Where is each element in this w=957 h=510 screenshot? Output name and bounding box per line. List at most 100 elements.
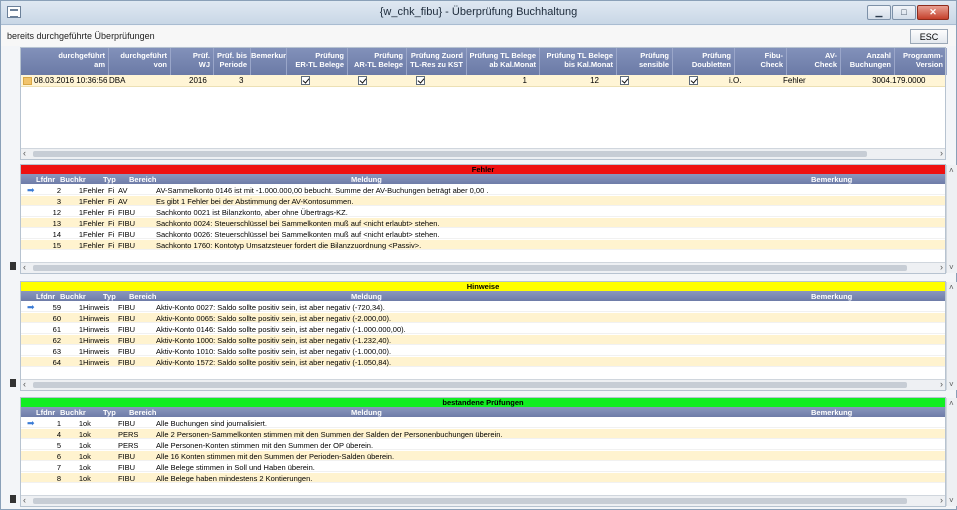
- column-header-line: Prüfung Zuord: [410, 51, 463, 60]
- checkbox-doubletten[interactable]: [689, 76, 698, 85]
- column-header[interactable]: Typ: [103, 292, 116, 301]
- column-header-line: TL-Res zu KST: [410, 60, 463, 69]
- table-row[interactable]: 7 1 ok FIBU Alle Belege stimmen in Soll und …: [21, 462, 945, 472]
- scroll-down-icon[interactable]: ˅: [949, 496, 954, 505]
- column-header[interactable]: Lfdnr: [36, 175, 55, 184]
- table-row[interactable]: ➡ 59 1 Hinweis FIBU Aktiv-Konto 0027: Saldo s…: [21, 302, 945, 312]
- cell: ok: [83, 430, 91, 439]
- column-header[interactable]: Bereich: [129, 175, 157, 184]
- checks-grid[interactable]: durchgeführt am durchgeführt von Prüf. WJ Prüf…: [20, 47, 947, 160]
- column-header[interactable]: AV- Check: [787, 48, 841, 75]
- scroll-right-icon[interactable]: ›: [940, 262, 943, 272]
- cell: 62: [52, 336, 61, 345]
- cell: Sachkonto 1760: Kontotyp Umsatzsteuer fo…: [156, 241, 422, 250]
- checkbox-ar-tl[interactable]: [358, 76, 367, 85]
- column-header[interactable]: Meldung: [351, 175, 382, 184]
- scroll-left-icon[interactable]: ‹: [23, 262, 26, 272]
- scroll-left-icon[interactable]: ‹: [23, 379, 26, 389]
- column-header[interactable]: Bemerkung: [811, 175, 852, 184]
- column-header[interactable]: Bemerkung: [811, 292, 852, 301]
- column-header[interactable]: Prüfung Doubletten: [673, 48, 735, 75]
- scroll-left-icon[interactable]: ‹: [23, 495, 26, 505]
- column-header-line: am: [94, 60, 105, 69]
- table-row[interactable]: ➡ 2 1 Fehler Fi AV AV-Sammelkonto 0146 ist mit…: [21, 185, 945, 195]
- table-row[interactable]: 15 1 Fehler Fi FIBU Sachkonto 1760: Kontotyp …: [21, 240, 945, 250]
- section-vscrollbar[interactable]: ˄ ˅: [946, 282, 957, 390]
- section-hscrollbar[interactable]: ‹ ›: [21, 379, 945, 390]
- table-row[interactable]: 4 1 ok PERS Alle 2 Personen-Sammelkonten sti…: [21, 429, 945, 439]
- scroll-right-icon[interactable]: ›: [940, 148, 943, 158]
- column-header[interactable]: Prüf. bis Periode: [214, 48, 251, 75]
- table-row[interactable]: 6 1 ok FIBU Alle 16 Konten stimmen mit den S…: [21, 451, 945, 461]
- column-header-line: Prüfung: [702, 51, 731, 60]
- cell: Alle Personen-Konten stimmen mit den Sum…: [156, 441, 374, 450]
- checkbox-er-tl[interactable]: [301, 76, 310, 85]
- column-header[interactable]: Bemerkung: [251, 48, 287, 75]
- section-hscrollbar[interactable]: ‹ ›: [21, 495, 945, 506]
- column-header[interactable]: Prüfung ER-TL Belege: [287, 48, 348, 75]
- column-header[interactable]: Anzahl Buchungen: [841, 48, 895, 75]
- table-row[interactable]: 5 1 ok PERS Alle Personen-Konten stimmen mit…: [21, 440, 945, 450]
- minimize-button[interactable]: ▁: [867, 5, 891, 20]
- table-row[interactable]: 60 1 Hinweis FIBU Aktiv-Konto 0065: Saldo so…: [21, 313, 945, 323]
- column-header[interactable]: Bemerkung: [811, 408, 852, 417]
- table-row[interactable]: 12 1 Fehler Fi FIBU Sachkonto 0021 ist Bilanz…: [21, 207, 945, 217]
- maximize-button[interactable]: □: [892, 5, 916, 20]
- scroll-thumb[interactable]: [33, 498, 907, 504]
- section-hscrollbar[interactable]: ‹ ›: [21, 262, 945, 273]
- scroll-down-icon[interactable]: ˅: [949, 380, 954, 389]
- esc-button[interactable]: ESC: [910, 29, 948, 44]
- checkbox-zuord[interactable]: [416, 76, 425, 85]
- table-row[interactable]: 3 1 Fehler Fi AV Es gibt 1 Fehler bei der Abs…: [21, 196, 945, 206]
- scroll-thumb[interactable]: [33, 382, 907, 388]
- table-row[interactable]: 14 1 Fehler Fi FIBU Sachkonto 0026: Steuersch…: [21, 229, 945, 239]
- column-header[interactable]: Prüf. WJ: [171, 48, 214, 75]
- table-row[interactable]: 63 1 Hinweis FIBU Aktiv-Konto 1010: Saldo so…: [21, 346, 945, 356]
- checks-grid-hscrollbar[interactable]: ‹ ›: [21, 148, 945, 159]
- table-row[interactable]: 64 1 Hinweis FIBU Aktiv-Konto 1572: Saldo so…: [21, 357, 945, 367]
- current-row-arrow-icon: ➡: [27, 302, 35, 312]
- section-vscrollbar[interactable]: ˄ ˅: [946, 165, 957, 273]
- scroll-right-icon[interactable]: ›: [940, 495, 943, 505]
- column-header[interactable]: durchgeführt am: [34, 48, 109, 75]
- scroll-right-icon[interactable]: ›: [940, 379, 943, 389]
- table-row[interactable]: 08.03.2016 10:36:56 DBA 2016 3 1 12 i.O.…: [21, 75, 945, 87]
- scroll-up-icon[interactable]: ˄: [949, 399, 954, 408]
- column-header[interactable]: Meldung: [351, 408, 382, 417]
- table-row[interactable]: 61 1 Hinweis FIBU Aktiv-Konto 0146: Saldo so…: [21, 324, 945, 334]
- column-header[interactable]: Typ: [103, 408, 116, 417]
- column-header[interactable]: Programm- Version: [895, 48, 947, 75]
- column-header[interactable]: Buchkr: [60, 175, 86, 184]
- cell: Sachkonto 0024: Steuerschlüssel bei Samm…: [156, 219, 440, 228]
- cell: Fi: [108, 197, 115, 206]
- column-header[interactable]: Bereich: [129, 292, 157, 301]
- checkbox-sensible[interactable]: [620, 76, 629, 85]
- scroll-down-icon[interactable]: ˅: [949, 263, 954, 272]
- table-row[interactable]: ➡ 1 1 ok FIBU Alle Buchungen sind journalisie…: [21, 418, 945, 428]
- scroll-left-icon[interactable]: ‹: [23, 148, 26, 158]
- column-header[interactable]: Typ: [103, 175, 116, 184]
- cell: Aktiv-Konto 1572: Saldo sollte positiv s…: [156, 358, 392, 367]
- column-header[interactable]: Prüfung AR-TL Belege: [348, 48, 407, 75]
- close-button[interactable]: ✕: [917, 5, 949, 20]
- scroll-thumb[interactable]: [33, 265, 907, 271]
- column-header[interactable]: Meldung: [351, 292, 382, 301]
- table-row[interactable]: 13 1 Fehler Fi FIBU Sachkonto 0024: Steuersch…: [21, 218, 945, 228]
- column-header[interactable]: Buchkr: [60, 292, 86, 301]
- column-header[interactable]: durchgeführt von: [109, 48, 171, 75]
- column-header[interactable]: Fibu- Check: [735, 48, 787, 75]
- column-header[interactable]: Prüfung TL Belege ab Kal.Monat: [467, 48, 540, 75]
- scroll-up-icon[interactable]: ˄: [949, 283, 954, 292]
- column-header[interactable]: Prüfung Zuord TL-Res zu KST: [407, 48, 467, 75]
- section-vscrollbar[interactable]: ˄ ˅: [946, 398, 957, 506]
- scroll-thumb[interactable]: [33, 151, 867, 157]
- column-header[interactable]: Lfdnr: [36, 292, 55, 301]
- column-header[interactable]: Lfdnr: [36, 408, 55, 417]
- column-header[interactable]: Prüfung TL Belege bis Kal.Monat: [540, 48, 617, 75]
- column-header[interactable]: Prüfung sensible: [617, 48, 673, 75]
- scroll-up-icon[interactable]: ˄: [949, 166, 954, 175]
- column-header[interactable]: Bereich: [129, 408, 157, 417]
- column-header[interactable]: Buchkr: [60, 408, 86, 417]
- table-row[interactable]: 62 1 Hinweis FIBU Aktiv-Konto 1000: Saldo so…: [21, 335, 945, 345]
- table-row[interactable]: 8 1 ok FIBU Alle Belege haben mindestens 2 K…: [21, 473, 945, 483]
